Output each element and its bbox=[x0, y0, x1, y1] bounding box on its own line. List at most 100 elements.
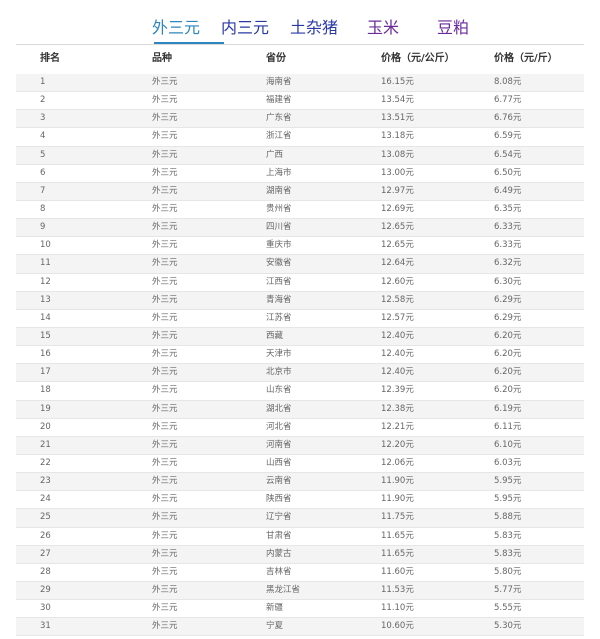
cell-rank: 12 bbox=[40, 276, 51, 287]
table-row: 31 外三元 宁夏 10.60元 5.30元 bbox=[16, 618, 584, 637]
cell-price-kg: 13.00元 bbox=[381, 167, 414, 178]
table-row: 4 外三元 浙江省 13.18元 6.59元 bbox=[16, 128, 584, 147]
cell-province: 福建省 bbox=[266, 95, 292, 106]
cell-variety: 外三元 bbox=[152, 367, 178, 378]
cell-price-kg: 12.38元 bbox=[381, 403, 414, 414]
cell-price-jin: 6.59元 bbox=[494, 131, 522, 142]
cell-price-kg: 12.40元 bbox=[381, 330, 414, 341]
cell-rank: 6 bbox=[40, 167, 46, 178]
cell-price-kg: 13.54元 bbox=[381, 95, 414, 106]
cell-price-kg: 11.60元 bbox=[381, 566, 414, 577]
cell-price-kg: 11.90元 bbox=[381, 494, 414, 505]
tab-dou-po[interactable]: 豆粕 bbox=[437, 18, 469, 38]
cell-province: 辽宁省 bbox=[266, 512, 292, 523]
cell-price-jin: 6.33元 bbox=[494, 240, 522, 251]
cell-province: 湖南省 bbox=[266, 185, 292, 196]
table-row: 27 外三元 内蒙古 11.65元 5.83元 bbox=[16, 545, 584, 564]
cell-variety: 外三元 bbox=[152, 258, 178, 269]
cell-price-kg: 13.08元 bbox=[381, 149, 414, 160]
tab-nei-san-yuan[interactable]: 内三元 bbox=[221, 18, 269, 38]
cell-price-kg: 12.65元 bbox=[381, 222, 414, 233]
cell-price-kg: 16.15元 bbox=[381, 77, 414, 87]
cell-price-kg: 12.40元 bbox=[381, 349, 414, 360]
cell-province: 西藏 bbox=[266, 330, 284, 341]
cell-province: 河北省 bbox=[266, 421, 292, 432]
cell-variety: 外三元 bbox=[152, 222, 178, 233]
cell-province: 新疆 bbox=[266, 603, 284, 614]
price-table-body: 1 外三元 海南省 16.15元 8.08元 2 外三元 福建省 13.54元 6.77元 3 外三元… bbox=[16, 74, 584, 637]
cell-price-jin: 5.95元 bbox=[494, 494, 522, 505]
cell-variety: 外三元 bbox=[152, 312, 178, 323]
tab-tu-za-zhu[interactable]: 土杂猪 bbox=[290, 18, 338, 38]
cell-price-kg: 12.57元 bbox=[381, 312, 414, 323]
table-row: 26 外三元 甘肃省 11.65元 5.83元 bbox=[16, 528, 584, 546]
table-row: 1 外三元 海南省 16.15元 8.08元 bbox=[16, 74, 584, 93]
cell-rank: 28 bbox=[40, 566, 51, 577]
cell-province: 云南省 bbox=[266, 476, 292, 487]
table-row: 28 外三元 吉林省 11.60元 5.80元 bbox=[16, 564, 584, 582]
cell-variety: 外三元 bbox=[152, 584, 178, 595]
table-row: 30 外三元 新疆 11.10元 5.55元 bbox=[16, 600, 584, 619]
cell-price-jin: 5.95元 bbox=[494, 476, 522, 487]
cell-rank: 3 bbox=[40, 113, 46, 124]
cell-variety: 外三元 bbox=[152, 548, 178, 559]
table-row: 14 外三元 江苏省 12.57元 6.29元 bbox=[16, 310, 584, 328]
cell-province: 山西省 bbox=[266, 457, 292, 468]
cell-variety: 外三元 bbox=[152, 566, 178, 577]
cell-variety: 外三元 bbox=[152, 512, 178, 523]
cell-rank: 13 bbox=[40, 294, 51, 305]
cell-variety: 外三元 bbox=[152, 77, 178, 87]
table-row: 3 外三元 广东省 13.51元 6.76元 bbox=[16, 110, 584, 129]
cell-rank: 27 bbox=[40, 548, 51, 559]
cell-price-kg: 11.75元 bbox=[381, 512, 414, 523]
table-row: 19 外三元 湖北省 12.38元 6.19元 bbox=[16, 400, 584, 419]
table-row: 22 外三元 山西省 12.06元 6.03元 bbox=[16, 455, 584, 474]
cell-rank: 10 bbox=[40, 240, 51, 251]
table-row: 5 外三元 广西 13.08元 6.54元 bbox=[16, 146, 584, 165]
cell-variety: 外三元 bbox=[152, 494, 178, 505]
cell-rank: 15 bbox=[40, 330, 51, 341]
cell-price-jin: 5.55元 bbox=[494, 603, 522, 614]
table-row: 11 外三元 安徽省 12.64元 6.32元 bbox=[16, 255, 584, 274]
cell-price-kg: 12.97元 bbox=[381, 185, 414, 196]
cell-price-jin: 6.30元 bbox=[494, 276, 522, 287]
cell-price-kg: 12.21元 bbox=[381, 421, 414, 432]
table-row: 2 外三元 福建省 13.54元 6.77元 bbox=[16, 92, 584, 111]
cell-rank: 30 bbox=[40, 603, 51, 614]
cell-variety: 外三元 bbox=[152, 457, 178, 468]
cell-price-jin: 6.10元 bbox=[494, 439, 522, 450]
tab-yu-mi[interactable]: 玉米 bbox=[367, 18, 399, 38]
table-row: 24 外三元 陕西省 11.90元 5.95元 bbox=[16, 491, 584, 510]
cell-province: 黑龙江省 bbox=[266, 584, 301, 595]
cell-variety: 外三元 bbox=[152, 185, 178, 196]
cell-rank: 17 bbox=[40, 367, 51, 378]
cell-rank: 4 bbox=[40, 131, 46, 142]
cell-price-jin: 6.32元 bbox=[494, 258, 522, 269]
cell-price-jin: 5.77元 bbox=[494, 584, 522, 595]
cell-rank: 11 bbox=[40, 258, 51, 269]
cell-province: 吉林省 bbox=[266, 566, 292, 577]
cell-province: 江西省 bbox=[266, 276, 292, 287]
tab-wai-san-yuan[interactable]: 外三元 bbox=[152, 18, 200, 38]
cell-rank: 14 bbox=[40, 312, 51, 323]
cell-variety: 外三元 bbox=[152, 421, 178, 432]
cell-rank: 2 bbox=[40, 95, 46, 106]
cell-price-kg: 12.20元 bbox=[381, 439, 414, 450]
cell-rank: 22 bbox=[40, 457, 51, 468]
cell-price-kg: 12.58元 bbox=[381, 294, 414, 305]
cell-rank: 21 bbox=[40, 439, 51, 450]
table-row: 10 外三元 重庆市 12.65元 6.33元 bbox=[16, 237, 584, 256]
cell-province: 宁夏 bbox=[266, 621, 284, 632]
cell-price-jin: 6.77元 bbox=[494, 95, 522, 106]
cell-price-kg: 10.60元 bbox=[381, 621, 414, 632]
cell-variety: 外三元 bbox=[152, 95, 178, 106]
cell-price-kg: 11.65元 bbox=[381, 548, 414, 559]
cell-price-kg: 12.06元 bbox=[381, 457, 414, 468]
table-row: 29 外三元 黑龙江省 11.53元 5.77元 bbox=[16, 581, 584, 601]
cell-price-jin: 6.03元 bbox=[494, 457, 522, 468]
cell-price-kg: 13.51元 bbox=[381, 113, 414, 124]
cell-price-kg: 12.39元 bbox=[381, 385, 414, 396]
table-row: 25 外三元 辽宁省 11.75元 5.88元 bbox=[16, 509, 584, 528]
table-row: 16 外三元 天津市 12.40元 6.20元 bbox=[16, 346, 584, 365]
cell-price-kg: 11.65元 bbox=[381, 530, 414, 541]
